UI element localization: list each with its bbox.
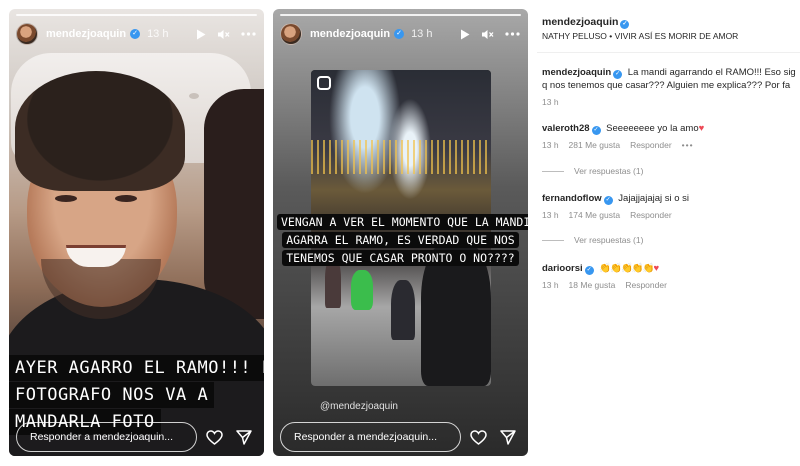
comment-item: valeroth28 ✓ Seeeeeeee yo la amo♥ 13 h 28…: [542, 122, 800, 150]
post-author[interactable]: mendezjoaquin ✓: [542, 16, 632, 29]
view-replies-label[interactable]: Ver respuestas (1): [574, 166, 643, 176]
avatar[interactable]: [16, 23, 38, 45]
send-icon[interactable]: [236, 429, 252, 445]
string-lights: [311, 140, 491, 174]
verified-badge-icon: ✓: [591, 126, 601, 135]
story-time: 13 h: [411, 28, 433, 40]
comment-likes[interactable]: 18 Me gusta: [569, 280, 616, 290]
story-photo-person-edge: [204, 89, 264, 319]
verified-badge-icon: ✓: [584, 266, 594, 275]
divider: [537, 52, 800, 53]
comment-username[interactable]: fernandoflow: [542, 193, 602, 204]
caption-line: FOTOGRAFO NOS VA A: [9, 382, 215, 408]
view-replies-link[interactable]: Ver respuestas (1): [542, 166, 643, 176]
caption-line: VENGAN A VER EL MOMENTO QUE LA MANDI: [277, 214, 528, 230]
reply-link[interactable]: Responder: [630, 210, 672, 220]
story-viewer-1[interactable]: mendezjoaquin ✓ 13 h AYER AGARRO EL RAMO…: [9, 9, 264, 456]
mute-icon[interactable]: [217, 29, 230, 40]
caption-line: AYER AGARRO EL RAMO!!! EL: [9, 355, 264, 381]
reply-bar: Responder a mendezjoaquin...: [280, 422, 520, 452]
comment-username[interactable]: mendezjoaquin: [542, 67, 611, 78]
post-author-name[interactable]: mendezjoaquin: [542, 16, 618, 28]
story-caption: VENGAN A VER EL MOMENTO QUE LA MANDI AGA…: [277, 213, 528, 267]
red-heart-emoji: ♥: [698, 123, 705, 134]
reel-icon: [317, 76, 331, 90]
comment-username[interactable]: darioorsi: [542, 263, 583, 274]
comment-text: Seeeeeeee yo la amo: [606, 123, 699, 134]
screenshot-canvas: mendezjoaquin ✓ 13 h AYER AGARRO EL RAMO…: [0, 0, 800, 466]
story-photo-hair: [15, 71, 185, 191]
caption-line: TENEMOS QUE CASAR PRONTO O NO????: [282, 250, 519, 266]
reply-link[interactable]: Responder: [630, 140, 672, 150]
caption-text: q nos tenemos que casar??? Alguien me ex…: [542, 80, 791, 91]
verified-badge-icon: ✓: [130, 29, 141, 39]
pillow-button: [189, 93, 199, 99]
story-header: mendezjoaquin ✓ 13 h: [280, 21, 520, 47]
story-progress-bar: [16, 14, 257, 16]
story-progress-bar: [280, 14, 521, 16]
comment-item: darioorsi ✓ 👏👏👏👏👏♥ 13 h 18 Me gusta Respo…: [542, 262, 800, 290]
eye: [55, 195, 77, 202]
mention-sticker[interactable]: @mendezjoaquin: [320, 401, 398, 412]
story-time: 13 h: [147, 28, 169, 40]
heart-icon[interactable]: [470, 429, 487, 445]
verified-badge-icon: ✓: [620, 20, 630, 29]
video-person: [391, 280, 415, 340]
verified-badge-icon: ✓: [603, 196, 613, 205]
comment-time: 13 h: [542, 97, 559, 107]
more-icon[interactable]: •••: [682, 140, 694, 150]
more-icon[interactable]: [505, 32, 520, 36]
clap-emoji: 👏👏👏👏👏: [599, 263, 654, 274]
heart-icon[interactable]: [206, 429, 223, 445]
audio-label[interactable]: NATHY PELUSO • VIVIR ASÍ ES MORIR DE AMO…: [542, 31, 738, 41]
verified-badge-icon: ✓: [394, 29, 405, 39]
play-icon[interactable]: [196, 29, 206, 40]
mute-icon[interactable]: [481, 29, 494, 40]
avatar[interactable]: [280, 23, 302, 45]
caption-text: La mandi agarrando el RAMO!!! Eso sig: [627, 67, 796, 78]
post-caption: mendezjoaquin ✓ La mandi agarrando el RAM…: [542, 66, 800, 107]
eye: [115, 195, 137, 202]
play-icon[interactable]: [460, 29, 470, 40]
reply-input[interactable]: Responder a mendezjoaquin...: [280, 422, 461, 452]
reply-link[interactable]: Responder: [625, 280, 667, 290]
replies-line: [542, 170, 564, 172]
comment-time: 13 h: [542, 140, 559, 150]
view-replies-label[interactable]: Ver respuestas (1): [574, 235, 643, 245]
replies-line: [542, 239, 564, 241]
comment-username[interactable]: valeroth28: [542, 123, 590, 134]
view-replies-link[interactable]: Ver respuestas (1): [542, 235, 643, 245]
comment-text: Jajajjajajaj si o si: [618, 193, 690, 204]
red-heart-emoji: ♥: [653, 263, 660, 274]
story-username[interactable]: mendezjoaquin: [46, 28, 126, 40]
comment-likes[interactable]: 174 Me gusta: [569, 210, 621, 220]
story-username[interactable]: mendezjoaquin: [310, 28, 390, 40]
comments-panel: mendezjoaquin ✓ NATHY PELUSO • VIVIR ASÍ …: [537, 0, 800, 466]
comment-time: 13 h: [542, 210, 559, 220]
reply-bar: Responder a mendezjoaquin...: [16, 422, 256, 452]
more-icon[interactable]: [241, 32, 256, 36]
send-icon[interactable]: [500, 429, 516, 445]
comment-likes[interactable]: 281 Me gusta: [569, 140, 621, 150]
video-person-green: [351, 270, 373, 310]
reply-input[interactable]: Responder a mendezjoaquin...: [16, 422, 197, 452]
verified-badge-icon: ✓: [613, 70, 623, 79]
comment-time: 13 h: [542, 280, 559, 290]
story-viewer-2[interactable]: mendezjoaquin ✓ 13 h VENGAN A VER EL MOM…: [273, 9, 528, 456]
comment-item: fernandoflow ✓ Jajajjajajaj si o si 13 h …: [542, 192, 800, 220]
story-header: mendezjoaquin ✓ 13 h: [16, 21, 256, 47]
caption-line: AGARRA EL RAMO, ES VERDAD QUE NOS: [282, 232, 519, 248]
